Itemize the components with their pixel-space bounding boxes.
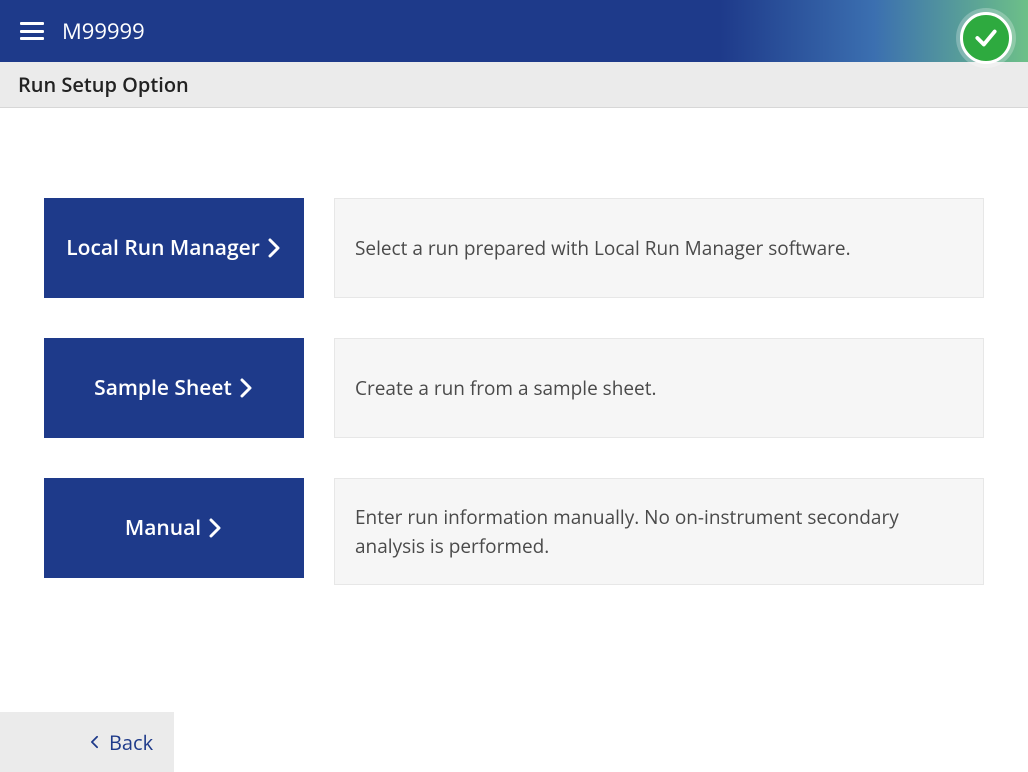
- footer-container: Back: [0, 712, 1028, 772]
- local-run-manager-button[interactable]: Local Run Manager: [44, 198, 304, 298]
- option-row: Sample Sheet Create a run from a sample …: [44, 338, 984, 438]
- option-row: Manual Enter run information manually. N…: [44, 478, 984, 585]
- sub-header: Run Setup Option: [0, 62, 1028, 108]
- option-description: Enter run information manually. No on-in…: [334, 478, 984, 585]
- status-badge[interactable]: [960, 12, 1012, 64]
- chevron-right-icon: [207, 518, 223, 538]
- check-icon: [973, 25, 999, 51]
- option-description: Select a run prepared with Local Run Man…: [334, 198, 984, 298]
- content-area: Local Run Manager Select a run prepared …: [0, 108, 1028, 712]
- top-bar: M99999: [0, 0, 1028, 62]
- option-label: Local Run Manager: [66, 234, 260, 262]
- manual-button[interactable]: Manual: [44, 478, 304, 578]
- option-label: Sample Sheet: [94, 374, 232, 402]
- chevron-left-icon: [90, 735, 99, 749]
- option-description: Create a run from a sample sheet.: [334, 338, 984, 438]
- back-button[interactable]: Back: [90, 729, 153, 756]
- menu-icon[interactable]: [20, 22, 44, 40]
- back-label: Back: [109, 729, 153, 756]
- device-id: M99999: [62, 16, 145, 46]
- option-label: Manual: [125, 514, 201, 542]
- chevron-right-icon: [238, 378, 254, 398]
- page-title: Run Setup Option: [18, 71, 189, 98]
- footer: Back: [0, 712, 174, 772]
- sample-sheet-button[interactable]: Sample Sheet: [44, 338, 304, 438]
- chevron-right-icon: [266, 238, 282, 258]
- option-row: Local Run Manager Select a run prepared …: [44, 198, 984, 298]
